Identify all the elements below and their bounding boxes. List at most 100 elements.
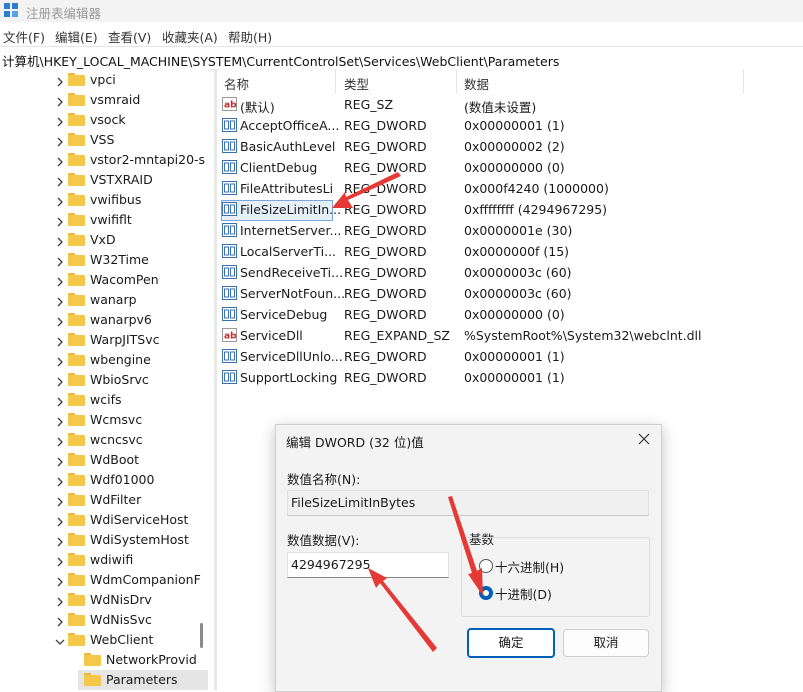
tree-item[interactable]: WdNisDrv	[0, 590, 210, 610]
chevron-right-icon[interactable]	[55, 115, 65, 127]
value-row[interactable]: SendReceiveTi... REG_DWORD 0x0000003c (60)	[218, 262, 803, 283]
chevron-right-icon[interactable]	[55, 195, 65, 207]
tree-item[interactable]: wdiwifi	[0, 550, 210, 570]
close-button[interactable]	[634, 429, 654, 449]
value-row[interactable]: BasicAuthLevel REG_DWORD 0x00000002 (2)	[218, 136, 803, 157]
chevron-right-icon[interactable]	[55, 75, 65, 87]
chevron-right-icon[interactable]	[55, 535, 65, 547]
menu-view[interactable]: 查看(V)	[108, 27, 151, 46]
column-data[interactable]: 数据	[464, 74, 489, 93]
ok-button[interactable]: 确定	[467, 628, 555, 658]
chevron-right-icon[interactable]	[55, 95, 65, 107]
chevron-right-icon[interactable]	[55, 415, 65, 427]
value-row[interactable]: ab ServiceDll REG_EXPAND_SZ %SystemRoot%\Sy…	[218, 325, 803, 346]
chevron-right-icon[interactable]	[55, 275, 65, 287]
value-row[interactable]: LocalServerTi... REG_DWORD 0x0000000f (15)	[218, 241, 803, 262]
tree-item[interactable]: WarpJITSvc	[0, 330, 210, 350]
chevron-right-icon[interactable]	[55, 515, 65, 527]
tree-item[interactable]: wcifs	[0, 390, 210, 410]
tree-item[interactable]: VSTXRAID	[0, 170, 210, 190]
tree-item[interactable]: WdFilter	[0, 490, 210, 510]
value-row[interactable]: AcceptOfficeA... REG_DWORD 0x00000001 (1)	[218, 115, 803, 136]
value-row[interactable]: ClientDebug REG_DWORD 0x00000000 (0)	[218, 157, 803, 178]
tree-item[interactable]: VSS	[0, 130, 210, 150]
value-row[interactable]: ServiceDebug REG_DWORD 0x00000000 (0)	[218, 304, 803, 325]
tree-item[interactable]: NetworkProvid	[0, 650, 210, 670]
column-type[interactable]: 类型	[344, 74, 369, 93]
column-name[interactable]: 名称	[224, 74, 249, 93]
radio-decimal[interactable]	[479, 586, 493, 600]
radio-hex[interactable]	[479, 559, 493, 573]
tree-item[interactable]: W32Time	[0, 250, 210, 270]
value-row[interactable]: FileSizeLimitIn... REG_DWORD 0xffffffff (4…	[218, 199, 803, 221]
tree-item[interactable]: WdmCompanionF	[0, 570, 210, 590]
chevron-right-icon[interactable]	[55, 575, 65, 587]
tree-item[interactable]: wanarp	[0, 290, 210, 310]
tree-item[interactable]: vsmraid	[0, 90, 210, 110]
radio-hex-label[interactable]: 十六进制(H)	[495, 557, 564, 576]
registry-tree[interactable]: vpci vsmraid vsock VSS vstor2-mntapi20-s VSTX…	[0, 69, 210, 690]
radio-decimal-label[interactable]: 十进制(D)	[495, 584, 552, 603]
tree-item[interactable]: VxD	[0, 230, 210, 250]
tree-item[interactable]: WdBoot	[0, 450, 210, 470]
address-path[interactable]: 计算机\HKEY_LOCAL_MACHINE\SYSTEM\CurrentCon…	[2, 51, 559, 70]
menu-help[interactable]: 帮助(H)	[228, 27, 272, 46]
chevron-right-icon[interactable]	[55, 155, 65, 167]
tree-item[interactable]: Wcmsvc	[0, 410, 210, 430]
tree-item[interactable]: vsock	[0, 110, 210, 130]
value-row[interactable]: InternetServer... REG_DWORD 0x0000001e (30…	[218, 220, 803, 241]
chevron-right-icon[interactable]	[55, 615, 65, 627]
tree-item[interactable]: WebClient	[0, 630, 210, 650]
value-row[interactable]: ServerNotFoun... REG_DWORD 0x0000003c (60)	[218, 283, 803, 304]
tree-item[interactable]: WdiSystemHost	[0, 530, 210, 550]
tree-item[interactable]: wbengine	[0, 350, 210, 370]
tree-item[interactable]: vstor2-mntapi20-s	[0, 150, 210, 170]
pane-splitter[interactable]	[214, 69, 217, 690]
chevron-right-icon[interactable]	[55, 375, 65, 387]
chevron-right-icon[interactable]	[55, 595, 65, 607]
chevron-right-icon[interactable]	[55, 235, 65, 247]
value-row[interactable]: ServiceDllUnlo... REG_DWORD 0x00000001 (1)	[218, 346, 803, 367]
tree-item[interactable]: WacomPen	[0, 270, 210, 290]
menu-file[interactable]: 文件(F)	[3, 27, 45, 46]
chevron-down-icon[interactable]	[55, 635, 65, 645]
tree-item[interactable]: vwififlt	[0, 210, 210, 230]
tree-item[interactable]: vwifibus	[0, 190, 210, 210]
chevron-right-icon[interactable]	[55, 455, 65, 467]
menu-favorites[interactable]: 收藏夹(A)	[162, 27, 218, 46]
chevron-right-icon[interactable]	[55, 395, 65, 407]
chevron-right-icon[interactable]	[55, 215, 65, 227]
tree-scrollbar-thumb[interactable]	[200, 623, 203, 648]
chevron-right-icon[interactable]	[55, 175, 65, 187]
chevron-right-icon[interactable]	[55, 475, 65, 487]
folder-icon	[68, 573, 85, 586]
value-row[interactable]: FileAttributesLi REG_DWORD 0x000f4240 (100…	[218, 178, 803, 199]
column-separator[interactable]	[335, 69, 336, 93]
cancel-button[interactable]: 取消	[563, 629, 649, 657]
address-bar[interactable]: 计算机\HKEY_LOCAL_MACHINE\SYSTEM\CurrentCon…	[0, 46, 803, 70]
value-data-text[interactable]: 4294967295	[291, 557, 371, 572]
value-row[interactable]: SupportLocking REG_DWORD 0x00000001 (1)	[218, 367, 803, 388]
tree-item-selected[interactable]: Parameters	[0, 670, 210, 690]
tree-item[interactable]: wcncsvc	[0, 430, 210, 450]
chevron-right-icon[interactable]	[55, 255, 65, 267]
chevron-right-icon[interactable]	[55, 335, 65, 347]
chevron-right-icon[interactable]	[55, 355, 65, 367]
menu-edit[interactable]: 编辑(E)	[55, 27, 98, 46]
column-separator[interactable]	[743, 69, 744, 93]
tree-item[interactable]: WdiServiceHost	[0, 510, 210, 530]
tree-item[interactable]: WbioSrvc	[0, 370, 210, 390]
value-data-input[interactable]: 4294967295	[287, 552, 449, 578]
column-separator[interactable]	[456, 69, 457, 93]
chevron-right-icon[interactable]	[55, 135, 65, 147]
tree-item[interactable]: wanarpv6	[0, 310, 210, 330]
tree-item[interactable]: WdNisSvc	[0, 610, 210, 630]
chevron-right-icon[interactable]	[55, 555, 65, 567]
chevron-right-icon[interactable]	[55, 315, 65, 327]
value-row[interactable]: ab (默认) REG_SZ (数值未设置)	[218, 94, 803, 115]
chevron-right-icon[interactable]	[55, 295, 65, 307]
chevron-right-icon[interactable]	[55, 495, 65, 507]
chevron-right-icon[interactable]	[55, 435, 65, 447]
tree-item[interactable]: vpci	[0, 70, 210, 90]
tree-item[interactable]: Wdf01000	[0, 470, 210, 490]
